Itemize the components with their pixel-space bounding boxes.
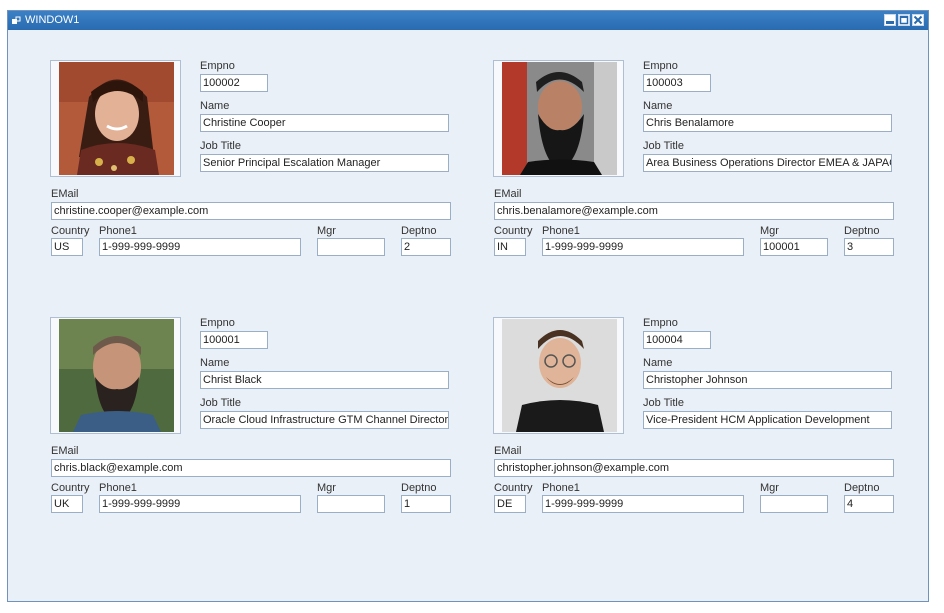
job-title-field[interactable]: Oracle Cloud Infrastructure GTM Channel … — [200, 411, 449, 429]
job-title-label: Job Title — [200, 140, 241, 152]
deptno-label: Deptno — [844, 482, 880, 494]
photo-frame — [50, 60, 181, 177]
country-field[interactable]: DE — [494, 495, 526, 513]
empno-field[interactable]: 100003 — [643, 74, 711, 92]
email-field[interactable]: christopher.johnson@example.com — [494, 459, 894, 477]
deptno-field[interactable]: 2 — [401, 238, 451, 256]
phone1-field[interactable]: 1-999-999-9999 — [99, 495, 301, 513]
name-label: Name — [200, 357, 230, 369]
country-label: Country — [51, 482, 90, 494]
deptno-label: Deptno — [844, 225, 880, 237]
empno-label: Empno — [643, 60, 678, 72]
name-label: Name — [643, 357, 673, 369]
job-title-label: Job Title — [200, 397, 241, 409]
close-button[interactable] — [912, 14, 924, 26]
employee-card: Empno 100004 Name Christopher Johnson Jo… — [493, 317, 898, 527]
country-label: Country — [494, 482, 533, 494]
minimize-button[interactable] — [884, 14, 896, 26]
deptno-field[interactable]: 4 — [844, 495, 894, 513]
employee-card: Empno 100003 Name Chris Benalamore Job T… — [493, 60, 898, 270]
phone1-label: Phone1 — [99, 482, 137, 494]
phone1-field[interactable]: 1-999-999-9999 — [542, 238, 744, 256]
phone1-label: Phone1 — [99, 225, 137, 237]
phone1-field[interactable]: 1-999-999-9999 — [542, 495, 744, 513]
mgr-field[interactable] — [760, 495, 828, 513]
employee-photo — [59, 319, 174, 432]
name-field[interactable]: Chris Benalamore — [643, 114, 892, 132]
email-field[interactable]: chris.benalamore@example.com — [494, 202, 894, 220]
employee-card: Empno 100001 Name Christ Black Job Title… — [50, 317, 455, 527]
job-title-label: Job Title — [643, 140, 684, 152]
empno-label: Empno — [643, 317, 678, 329]
app-window: WINDOW1 Empno 100002 Name Christine Coop… — [7, 10, 929, 602]
phone1-label: Phone1 — [542, 225, 580, 237]
email-label: EMail — [51, 445, 79, 457]
name-label: Name — [200, 100, 230, 112]
deptno-field[interactable]: 3 — [844, 238, 894, 256]
employee-card: Empno 100002 Name Christine Cooper Job T… — [50, 60, 455, 270]
email-label: EMail — [494, 445, 522, 457]
maximize-button[interactable] — [898, 14, 910, 26]
email-field[interactable]: chris.black@example.com — [51, 459, 451, 477]
country-field[interactable]: UK — [51, 495, 83, 513]
app-icon — [12, 16, 21, 24]
mgr-label: Mgr — [760, 225, 779, 237]
photo-frame — [50, 317, 181, 434]
empno-field[interactable]: 100004 — [643, 331, 711, 349]
mgr-field[interactable]: 100001 — [760, 238, 828, 256]
job-title-field[interactable]: Area Business Operations Director EMEA &… — [643, 154, 892, 172]
job-title-field[interactable]: Vice-President HCM Application Developme… — [643, 411, 892, 429]
email-label: EMail — [494, 188, 522, 200]
empno-label: Empno — [200, 60, 235, 72]
close-icon — [913, 15, 923, 25]
mgr-label: Mgr — [317, 482, 336, 494]
mgr-field[interactable] — [317, 495, 385, 513]
country-field[interactable]: US — [51, 238, 83, 256]
name-field[interactable]: Christopher Johnson — [643, 371, 892, 389]
deptno-label: Deptno — [401, 482, 437, 494]
email-label: EMail — [51, 188, 79, 200]
title-bar[interactable]: WINDOW1 — [8, 11, 928, 30]
name-field[interactable]: Christ Black — [200, 371, 449, 389]
photo-frame — [493, 317, 624, 434]
mgr-field[interactable] — [317, 238, 385, 256]
name-field[interactable]: Christine Cooper — [200, 114, 449, 132]
job-title-field[interactable]: Senior Principal Escalation Manager — [200, 154, 449, 172]
name-label: Name — [643, 100, 673, 112]
maximize-icon — [899, 15, 909, 25]
employee-photo — [502, 319, 617, 432]
minimize-icon — [886, 21, 894, 24]
job-title-label: Job Title — [643, 397, 684, 409]
deptno-label: Deptno — [401, 225, 437, 237]
mgr-label: Mgr — [760, 482, 779, 494]
phone1-label: Phone1 — [542, 482, 580, 494]
photo-frame — [493, 60, 624, 177]
country-label: Country — [51, 225, 90, 237]
empno-field[interactable]: 100002 — [200, 74, 268, 92]
mgr-label: Mgr — [317, 225, 336, 237]
employee-photo — [502, 62, 617, 175]
phone1-field[interactable]: 1-999-999-9999 — [99, 238, 301, 256]
country-field[interactable]: IN — [494, 238, 526, 256]
employee-photo — [59, 62, 174, 175]
empno-label: Empno — [200, 317, 235, 329]
email-field[interactable]: christine.cooper@example.com — [51, 202, 451, 220]
country-label: Country — [494, 225, 533, 237]
empno-field[interactable]: 100001 — [200, 331, 268, 349]
deptno-field[interactable]: 1 — [401, 495, 451, 513]
window-title: WINDOW1 — [25, 14, 80, 26]
